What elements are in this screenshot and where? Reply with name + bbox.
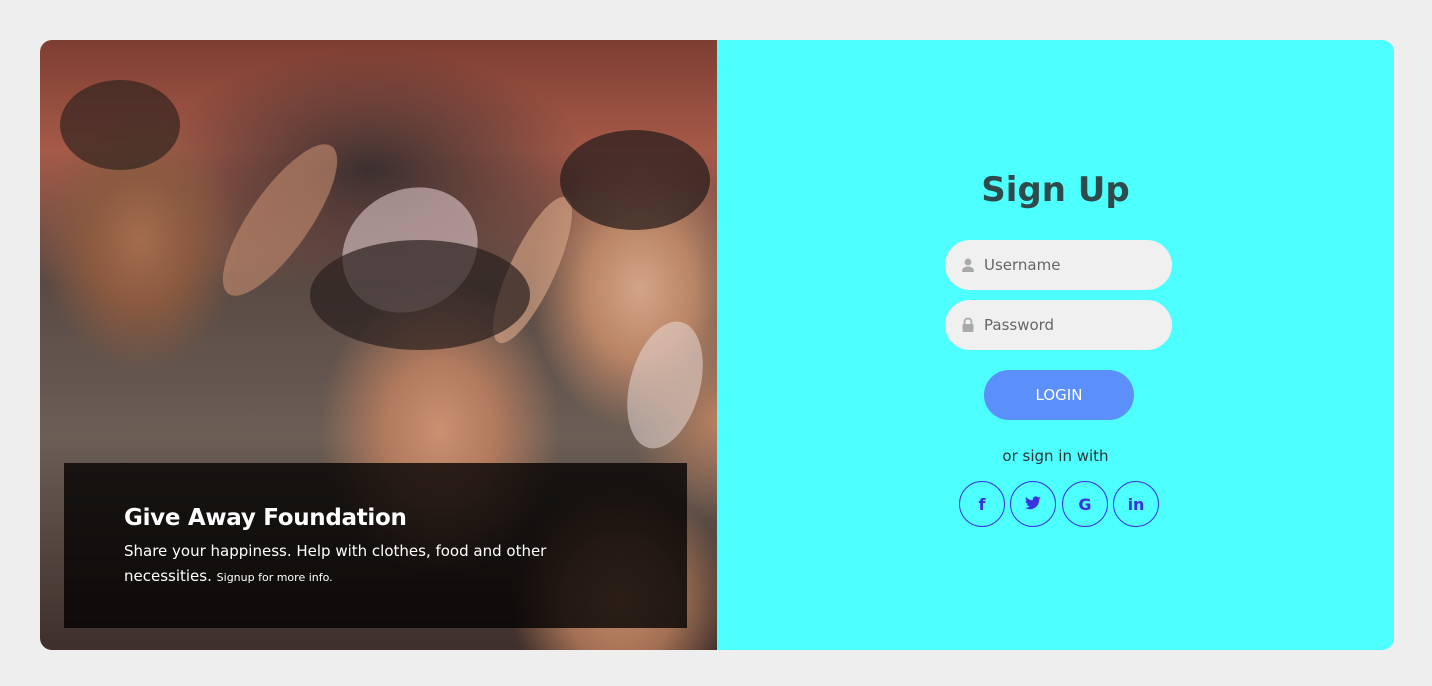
linkedin-button[interactable]: in — [1113, 481, 1159, 527]
hero-description: Share your happiness. Help with clothes,… — [124, 539, 594, 590]
google-button[interactable]: G — [1062, 481, 1108, 527]
facebook-button[interactable]: f — [959, 481, 1005, 527]
hero-title: Give Away Foundation — [124, 505, 407, 531]
password-input[interactable] — [984, 316, 1154, 334]
login-button[interactable]: LOGIN — [984, 370, 1134, 420]
username-input[interactable] — [984, 256, 1154, 274]
twitter-icon — [1025, 495, 1041, 514]
lock-icon — [960, 317, 976, 333]
user-icon — [960, 257, 976, 273]
photo-detail-shirt — [614, 313, 716, 457]
form-title: Sign Up — [981, 170, 1130, 210]
password-field[interactable] — [945, 300, 1172, 350]
linkedin-icon: in — [1127, 494, 1145, 514]
hero-photo: Give Away Foundation Share your happines… — [40, 40, 717, 650]
signup-card: Give Away Foundation Share your happines… — [40, 40, 1394, 650]
photo-detail-hair-left — [60, 80, 180, 170]
facebook-icon: f — [978, 494, 986, 514]
alt-signin-text: or sign in with — [1002, 447, 1109, 465]
photo-detail-hair — [310, 240, 530, 350]
twitter-button[interactable] — [1010, 481, 1056, 527]
username-field[interactable] — [945, 240, 1172, 290]
hero-caption: Give Away Foundation Share your happines… — [64, 463, 687, 628]
signup-form-panel: Sign Up LOGIN or sign in with f — [717, 40, 1394, 650]
hero-small-text: Signup for more info. — [216, 571, 333, 584]
photo-detail-hair-right — [560, 130, 710, 230]
hero-text: Share your happiness. Help with clothes,… — [124, 542, 547, 585]
google-icon: G — [1078, 494, 1092, 514]
